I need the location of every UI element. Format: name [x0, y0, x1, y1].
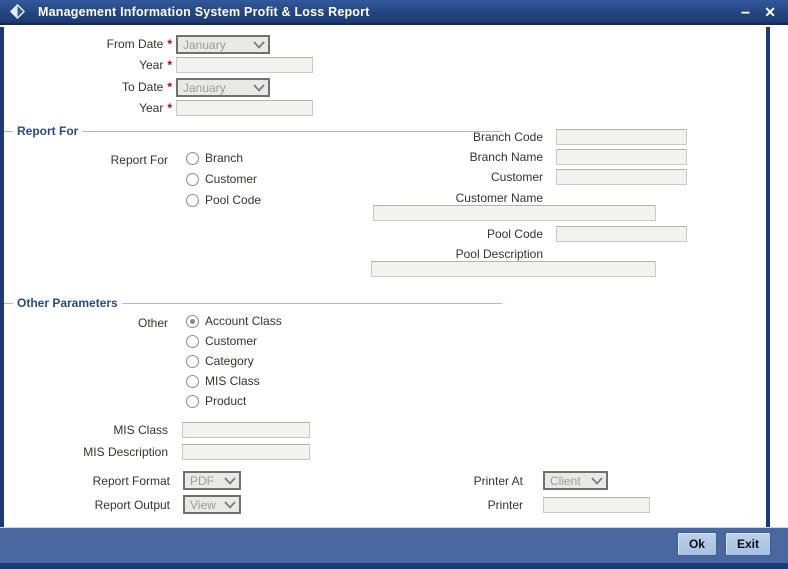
from-year-input[interactable] — [176, 57, 313, 73]
customer-name-label: Customer Name — [455, 191, 543, 205]
dialog-window: Management Information System Profit & L… — [0, 0, 788, 569]
customer-label: Customer — [490, 170, 543, 184]
required-marker: * — [167, 37, 172, 51]
window-border-right — [766, 27, 770, 527]
radio-label: Account Class — [205, 314, 282, 328]
radio-label: MIS Class — [205, 374, 260, 388]
radio-icon[interactable] — [186, 354, 199, 368]
required-marker: * — [167, 58, 172, 72]
radio-option-category[interactable]: Category — [186, 354, 254, 368]
radio-icon[interactable] — [186, 394, 199, 408]
branch-code-input[interactable] — [556, 129, 687, 145]
pool-description-label: Pool Description — [455, 247, 543, 261]
mis-description-label: MIS Description — [83, 445, 168, 459]
diamond-icon — [10, 4, 25, 19]
section-line — [121, 302, 502, 304]
to-year-input[interactable] — [176, 100, 313, 116]
chevron-down-icon — [591, 476, 603, 485]
radio-icon[interactable] — [186, 374, 199, 388]
customer-input[interactable] — [556, 169, 687, 185]
window-title: Management Information System Profit & L… — [38, 4, 370, 19]
from-year-label: Year * — [139, 58, 172, 72]
printer-at-label: Printer At — [473, 474, 523, 488]
radio-option-mis-class[interactable]: MIS Class — [186, 374, 260, 388]
printer-label: Printer — [487, 498, 523, 512]
radio-option-account-class[interactable]: Account Class — [186, 314, 282, 328]
radio-option-product[interactable]: Product — [186, 394, 246, 408]
from-date-label: From Date * — [106, 37, 172, 51]
from-date-select[interactable]: January — [176, 35, 270, 54]
close-button[interactable]: ✕ — [764, 5, 776, 19]
chevron-down-icon — [253, 83, 265, 92]
radio-option-customer-other[interactable]: Customer — [186, 334, 257, 348]
exit-button[interactable]: Exit — [724, 531, 771, 556]
pool-description-input[interactable] — [371, 261, 656, 277]
to-year-label: Year * — [139, 101, 172, 115]
chevron-down-icon — [253, 40, 265, 49]
title-bar: Management Information System Profit & L… — [0, 0, 788, 25]
minimize-button[interactable]: − — [741, 5, 750, 22]
pool-code-input[interactable] — [556, 226, 687, 242]
mis-class-label: MIS Class — [113, 423, 168, 437]
to-date-select[interactable]: January — [176, 78, 270, 97]
window-border-bottom — [0, 563, 788, 569]
customer-name-input[interactable] — [373, 205, 656, 221]
required-marker: * — [167, 101, 172, 115]
footer-buttons: Ok Exit — [676, 531, 771, 556]
mis-description-input[interactable] — [182, 444, 310, 460]
radio-label: Customer — [205, 334, 258, 348]
printer-input[interactable] — [543, 497, 650, 513]
branch-name-label: Branch Name — [469, 150, 543, 164]
pool-code-label: Pool Code — [486, 227, 543, 241]
section-other-parameters: Other Parameters — [4, 296, 502, 310]
radio-label: Category — [205, 354, 254, 368]
required-marker: * — [167, 80, 172, 94]
branch-code-label: Branch Code — [472, 130, 543, 144]
to-date-label: To Date * — [121, 80, 172, 94]
to-date-value: January — [183, 80, 226, 95]
from-date-value: January — [183, 37, 226, 52]
printer-at-value: Client — [550, 473, 581, 488]
printer-at-select[interactable]: Client — [543, 471, 608, 490]
radio-icon[interactable] — [186, 334, 199, 348]
radio-icon[interactable] — [186, 314, 199, 328]
radio-label: Product — [205, 394, 247, 408]
section-dash — [4, 302, 13, 304]
branch-name-input[interactable] — [556, 149, 687, 165]
footer-bar: Ok Exit — [0, 527, 788, 563]
mis-class-input[interactable] — [182, 422, 310, 438]
section-title: Other Parameters — [17, 296, 118, 310]
other-group-label: Other — [137, 316, 168, 330]
window-controls: − ✕ — [741, 4, 776, 22]
ok-button[interactable]: Ok — [676, 531, 717, 556]
